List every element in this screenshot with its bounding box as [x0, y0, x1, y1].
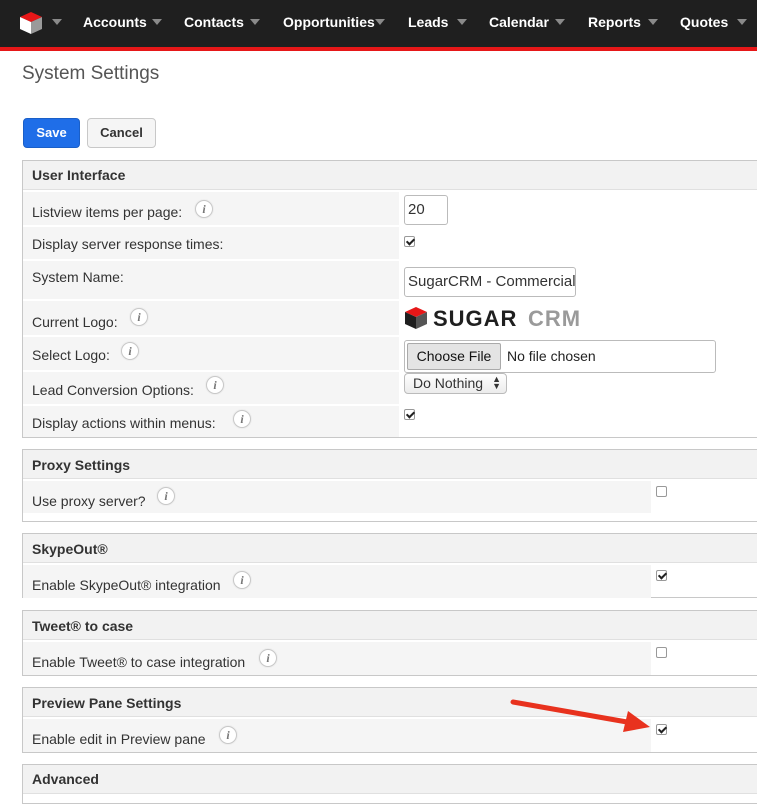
panel-header: User Interface [23, 161, 757, 190]
choose-file-button[interactable]: Choose File [407, 343, 501, 370]
nav-item-contacts[interactable]: Contacts [184, 14, 244, 30]
use-proxy-label: Use proxy server? [32, 493, 146, 509]
arrow-annotation-icon [510, 699, 650, 732]
sugarcube-logo-icon[interactable] [19, 11, 43, 35]
logo-file-input[interactable]: Choose File No file chosen [404, 340, 716, 373]
sugarcube-logo-icon [405, 307, 427, 329]
preview-edit-label: Enable edit in Preview pane [32, 731, 206, 747]
panel-title: Preview Pane Settings [32, 695, 182, 711]
info-icon[interactable]: i [130, 308, 148, 326]
panel-header: SkypeOut® [23, 534, 757, 563]
tweet-to-case-checkbox[interactable] [656, 647, 667, 658]
chevron-down-icon[interactable] [52, 19, 62, 25]
label-cell: Display server response times: [23, 227, 399, 259]
panel-title: User Interface [32, 167, 126, 183]
advanced-panel: Advanced [22, 764, 757, 804]
info-icon[interactable]: i [121, 342, 139, 360]
chevron-down-icon[interactable] [457, 19, 467, 25]
label-cell: System Name: [23, 261, 399, 299]
panel-title: Proxy Settings [32, 457, 131, 473]
nav-item-accounts[interactable]: Accounts [83, 14, 147, 30]
preview-edit-checkbox[interactable] [656, 724, 667, 735]
panel-title: Advanced [32, 771, 99, 787]
system-name-label: System Name: [32, 269, 124, 285]
info-icon[interactable]: i [195, 200, 213, 218]
label-cell: Use proxy server? i [23, 481, 651, 513]
chevron-down-icon[interactable] [648, 19, 658, 25]
chevron-down-icon[interactable] [375, 19, 385, 25]
no-file-chosen-text: No file chosen [507, 348, 596, 364]
nav-item-quotes[interactable]: Quotes [680, 14, 728, 30]
label-cell: Lead Conversion Options: i [23, 372, 399, 404]
use-proxy-checkbox[interactable] [656, 486, 667, 497]
actions-within-menus-checkbox[interactable] [404, 409, 415, 420]
system-name-input[interactable]: SugarCRM - Commercial [404, 267, 576, 297]
nav-item-calendar[interactable]: Calendar [489, 14, 549, 30]
nav-item-opportunities[interactable]: Opportunities [283, 14, 375, 30]
chevron-down-icon[interactable] [250, 19, 260, 25]
lead-conversion-value: Do Nothing [413, 375, 484, 391]
server-response-times-label: Display server response times: [32, 236, 224, 252]
info-icon[interactable]: i [219, 726, 237, 744]
label-cell: Enable SkypeOut® integration i [23, 565, 651, 598]
top-navigation-bar: Accounts Contacts Opportunities Leads Ca… [0, 0, 757, 51]
skypeout-panel: SkypeOut® Enable SkypeOut® integration i [22, 533, 757, 598]
chevron-down-icon[interactable] [555, 19, 565, 25]
chevron-down-icon[interactable] [152, 19, 162, 25]
tweet-to-case-label: Enable Tweet® to case integration [32, 654, 246, 670]
select-arrows-icon: ▲ ▼ [492, 374, 501, 391]
select-logo-label: Select Logo: [32, 347, 110, 363]
nav-item-leads[interactable]: Leads [408, 14, 448, 30]
actions-within-menus-label: Display actions within menus: [32, 415, 216, 431]
logo-text-sugar: SUGAR [433, 306, 518, 331]
server-response-times-checkbox[interactable] [404, 236, 415, 247]
nav-item-reports[interactable]: Reports [588, 14, 641, 30]
listview-items-input[interactable]: 20 [404, 195, 448, 225]
panel-title: SkypeOut® [32, 541, 108, 557]
panel-title: Tweet® to case [32, 618, 134, 634]
cancel-button[interactable]: Cancel [87, 118, 156, 148]
label-cell: Enable Tweet® to case integration i [23, 642, 651, 675]
info-icon[interactable]: i [206, 376, 224, 394]
current-logo-label: Current Logo: [32, 314, 118, 330]
listview-items-label: Listview items per page: [32, 204, 183, 220]
label-cell: Select Logo: i [23, 337, 399, 370]
sugarcrm-logo: SUGAR CRM [404, 306, 604, 331]
label-cell: Display actions within menus: i [23, 406, 399, 437]
info-icon[interactable]: i [259, 649, 277, 667]
chevron-down-icon[interactable] [737, 19, 747, 25]
lead-conversion-select[interactable]: Do Nothing ▲ ▼ [404, 373, 507, 394]
lead-conversion-label: Lead Conversion Options: [32, 382, 194, 398]
info-icon[interactable]: i [157, 487, 175, 505]
skypeout-integration-label: Enable SkypeOut® integration [32, 577, 221, 593]
info-icon[interactable]: i [233, 571, 251, 589]
tweet-to-case-panel: Tweet® to case Enable Tweet® to case int… [22, 610, 757, 676]
panel-header: Advanced [23, 765, 757, 794]
skypeout-integration-checkbox[interactable] [656, 570, 667, 581]
panel-header: Tweet® to case [23, 611, 757, 640]
page-title: System Settings [22, 63, 160, 84]
info-icon[interactable]: i [233, 410, 251, 428]
label-cell: Listview items per page: i [23, 192, 399, 225]
logo-text-crm: CRM [528, 306, 582, 331]
save-button[interactable]: Save [23, 118, 80, 148]
user-interface-panel: User Interface Listview items per page: … [22, 160, 757, 438]
label-cell: Current Logo: i [23, 301, 399, 335]
panel-header: Proxy Settings [23, 450, 757, 479]
proxy-settings-panel: Proxy Settings Use proxy server? i [22, 449, 757, 522]
